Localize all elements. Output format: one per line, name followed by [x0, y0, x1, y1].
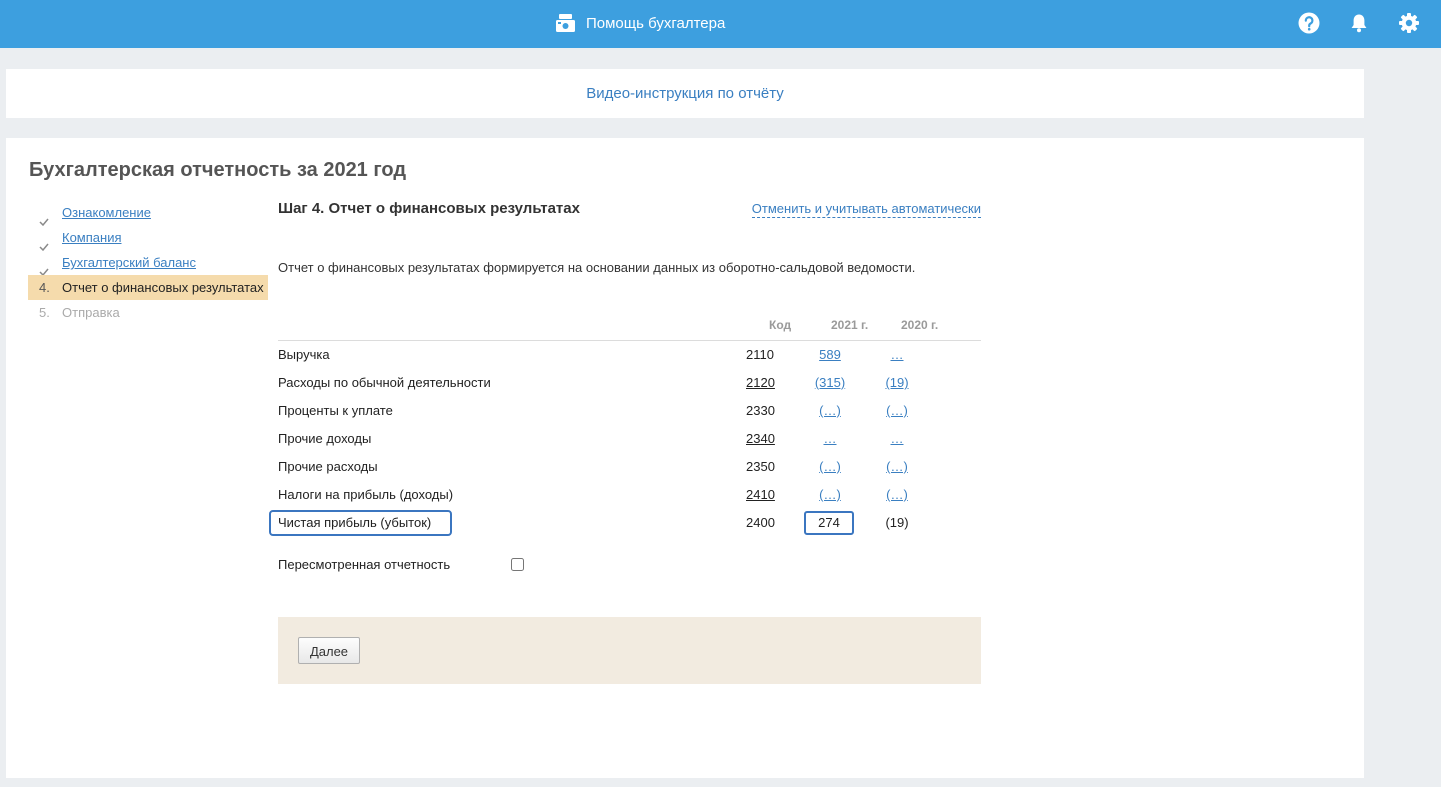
revised-report-checkbox[interactable]	[511, 558, 524, 571]
step-financial-results: 4. Отчет о финансовых результатах	[28, 275, 268, 300]
step-number: 4.	[39, 280, 50, 295]
video-instruction-link[interactable]: Видео-инструкция по отчёту	[586, 85, 784, 102]
revised-report-label: Пересмотренная отчетность	[278, 557, 451, 572]
step-description: Отчет о финансовых результатах формирует…	[278, 260, 916, 275]
help-icon[interactable]	[1298, 12, 1320, 34]
row-code: 2330	[746, 403, 775, 418]
actions-panel: Далее	[278, 617, 981, 684]
steps-sidebar: Ознакомление Компания Бухгалтерский бала…	[28, 200, 268, 325]
value-2020-link[interactable]: (…)	[886, 459, 908, 474]
value-2021-link[interactable]: (315)	[815, 375, 845, 390]
value-2020-link[interactable]: (…)	[886, 403, 908, 418]
row-label: Проценты к уплате	[278, 403, 393, 418]
step-submission: 5. Отправка	[28, 300, 268, 325]
net-profit-2021-value: 274	[804, 511, 854, 535]
step-content: Шаг 4. Отчет о финансовых результатах От…	[269, 138, 981, 778]
step-label: Отправка	[62, 305, 120, 320]
step-label[interactable]: Бухгалтерский баланс	[62, 250, 196, 275]
header-2021: 2021 г.	[831, 318, 869, 332]
table-row-net-profit: Чистая прибыль (убыток) 2400 274 (19)	[269, 509, 981, 537]
row-code: 2350	[746, 459, 775, 474]
step-label[interactable]: Ознакомление	[62, 200, 151, 225]
table-header: Код 2021 г. 2020 г.	[278, 316, 981, 334]
value-2021-link[interactable]: …	[824, 431, 837, 446]
app-brand[interactable]: Помощь бухгалтера	[555, 11, 725, 35]
row-code: 2110	[746, 347, 774, 362]
net-profit-2020-value: (19)	[885, 515, 909, 530]
value-2020-link[interactable]: (19)	[885, 375, 908, 390]
row-code-link[interactable]: 2410	[746, 481, 775, 509]
row-code: 2400	[746, 515, 775, 530]
revised-report-row: Пересмотренная отчетность	[278, 556, 578, 574]
table-row: Расходы по обычной деятельности 2120 (31…	[278, 369, 981, 397]
row-code-link[interactable]: 2120	[746, 369, 775, 397]
financial-results-table: Выручка 2110 589 … Расходы по обычной де…	[269, 340, 981, 537]
cash-register-icon	[555, 13, 576, 33]
table-row: Прочие расходы 2350 (…) (…)	[278, 453, 981, 481]
bell-icon[interactable]	[1348, 12, 1370, 34]
video-card: Видео-инструкция по отчёту	[6, 69, 1364, 118]
value-2021-link[interactable]: (…)	[819, 403, 841, 418]
header-code: Код	[769, 318, 792, 332]
step-number: 5.	[39, 305, 50, 320]
next-button[interactable]: Далее	[298, 637, 360, 664]
step-label[interactable]: Компания	[62, 225, 122, 250]
top-bar: Помощь бухгалтера	[0, 0, 1441, 48]
table-row: Налоги на прибыль (доходы) 2410 (…) (…)	[278, 481, 981, 509]
row-code-link[interactable]: 2340	[746, 425, 775, 453]
row-label: Расходы по обычной деятельности	[278, 375, 491, 390]
row-label: Выручка	[278, 347, 330, 362]
row-label: Прочие доходы	[278, 431, 372, 446]
step-company[interactable]: Компания	[28, 225, 268, 252]
step-balance-sheet[interactable]: Бухгалтерский баланс	[28, 250, 268, 277]
header-2020: 2020 г.	[901, 318, 939, 332]
row-label: Налоги на прибыль (доходы)	[278, 487, 454, 502]
value-2021-link[interactable]: 589	[819, 347, 841, 362]
value-2020-link[interactable]: (…)	[886, 487, 908, 502]
step-label: Отчет о финансовых результатах	[62, 280, 264, 295]
step-introduction[interactable]: Ознакомление	[28, 200, 268, 227]
net-profit-label: Чистая прибыль (убыток)	[269, 510, 452, 536]
table-row: Прочие доходы 2340 … …	[278, 425, 981, 453]
value-2021-link[interactable]: (…)	[819, 459, 841, 474]
value-2021-link[interactable]: (…)	[819, 487, 841, 502]
value-2020-link[interactable]: …	[891, 347, 904, 362]
value-2020-link[interactable]: …	[891, 431, 904, 446]
table-row: Выручка 2110 589 …	[278, 341, 981, 369]
row-label: Прочие расходы	[278, 459, 378, 474]
report-card: Бухгалтерская отчетность за 2021 год Озн…	[6, 138, 1364, 778]
table-row: Проценты к уплате 2330 (…) (…)	[278, 397, 981, 425]
step-title: Шаг 4. Отчет о финансовых результатах	[278, 200, 580, 217]
cancel-auto-link[interactable]: Отменить и учитывать автоматически	[751, 201, 981, 218]
gear-icon[interactable]	[1398, 12, 1420, 34]
app-title: Помощь бухгалтера	[586, 14, 726, 32]
